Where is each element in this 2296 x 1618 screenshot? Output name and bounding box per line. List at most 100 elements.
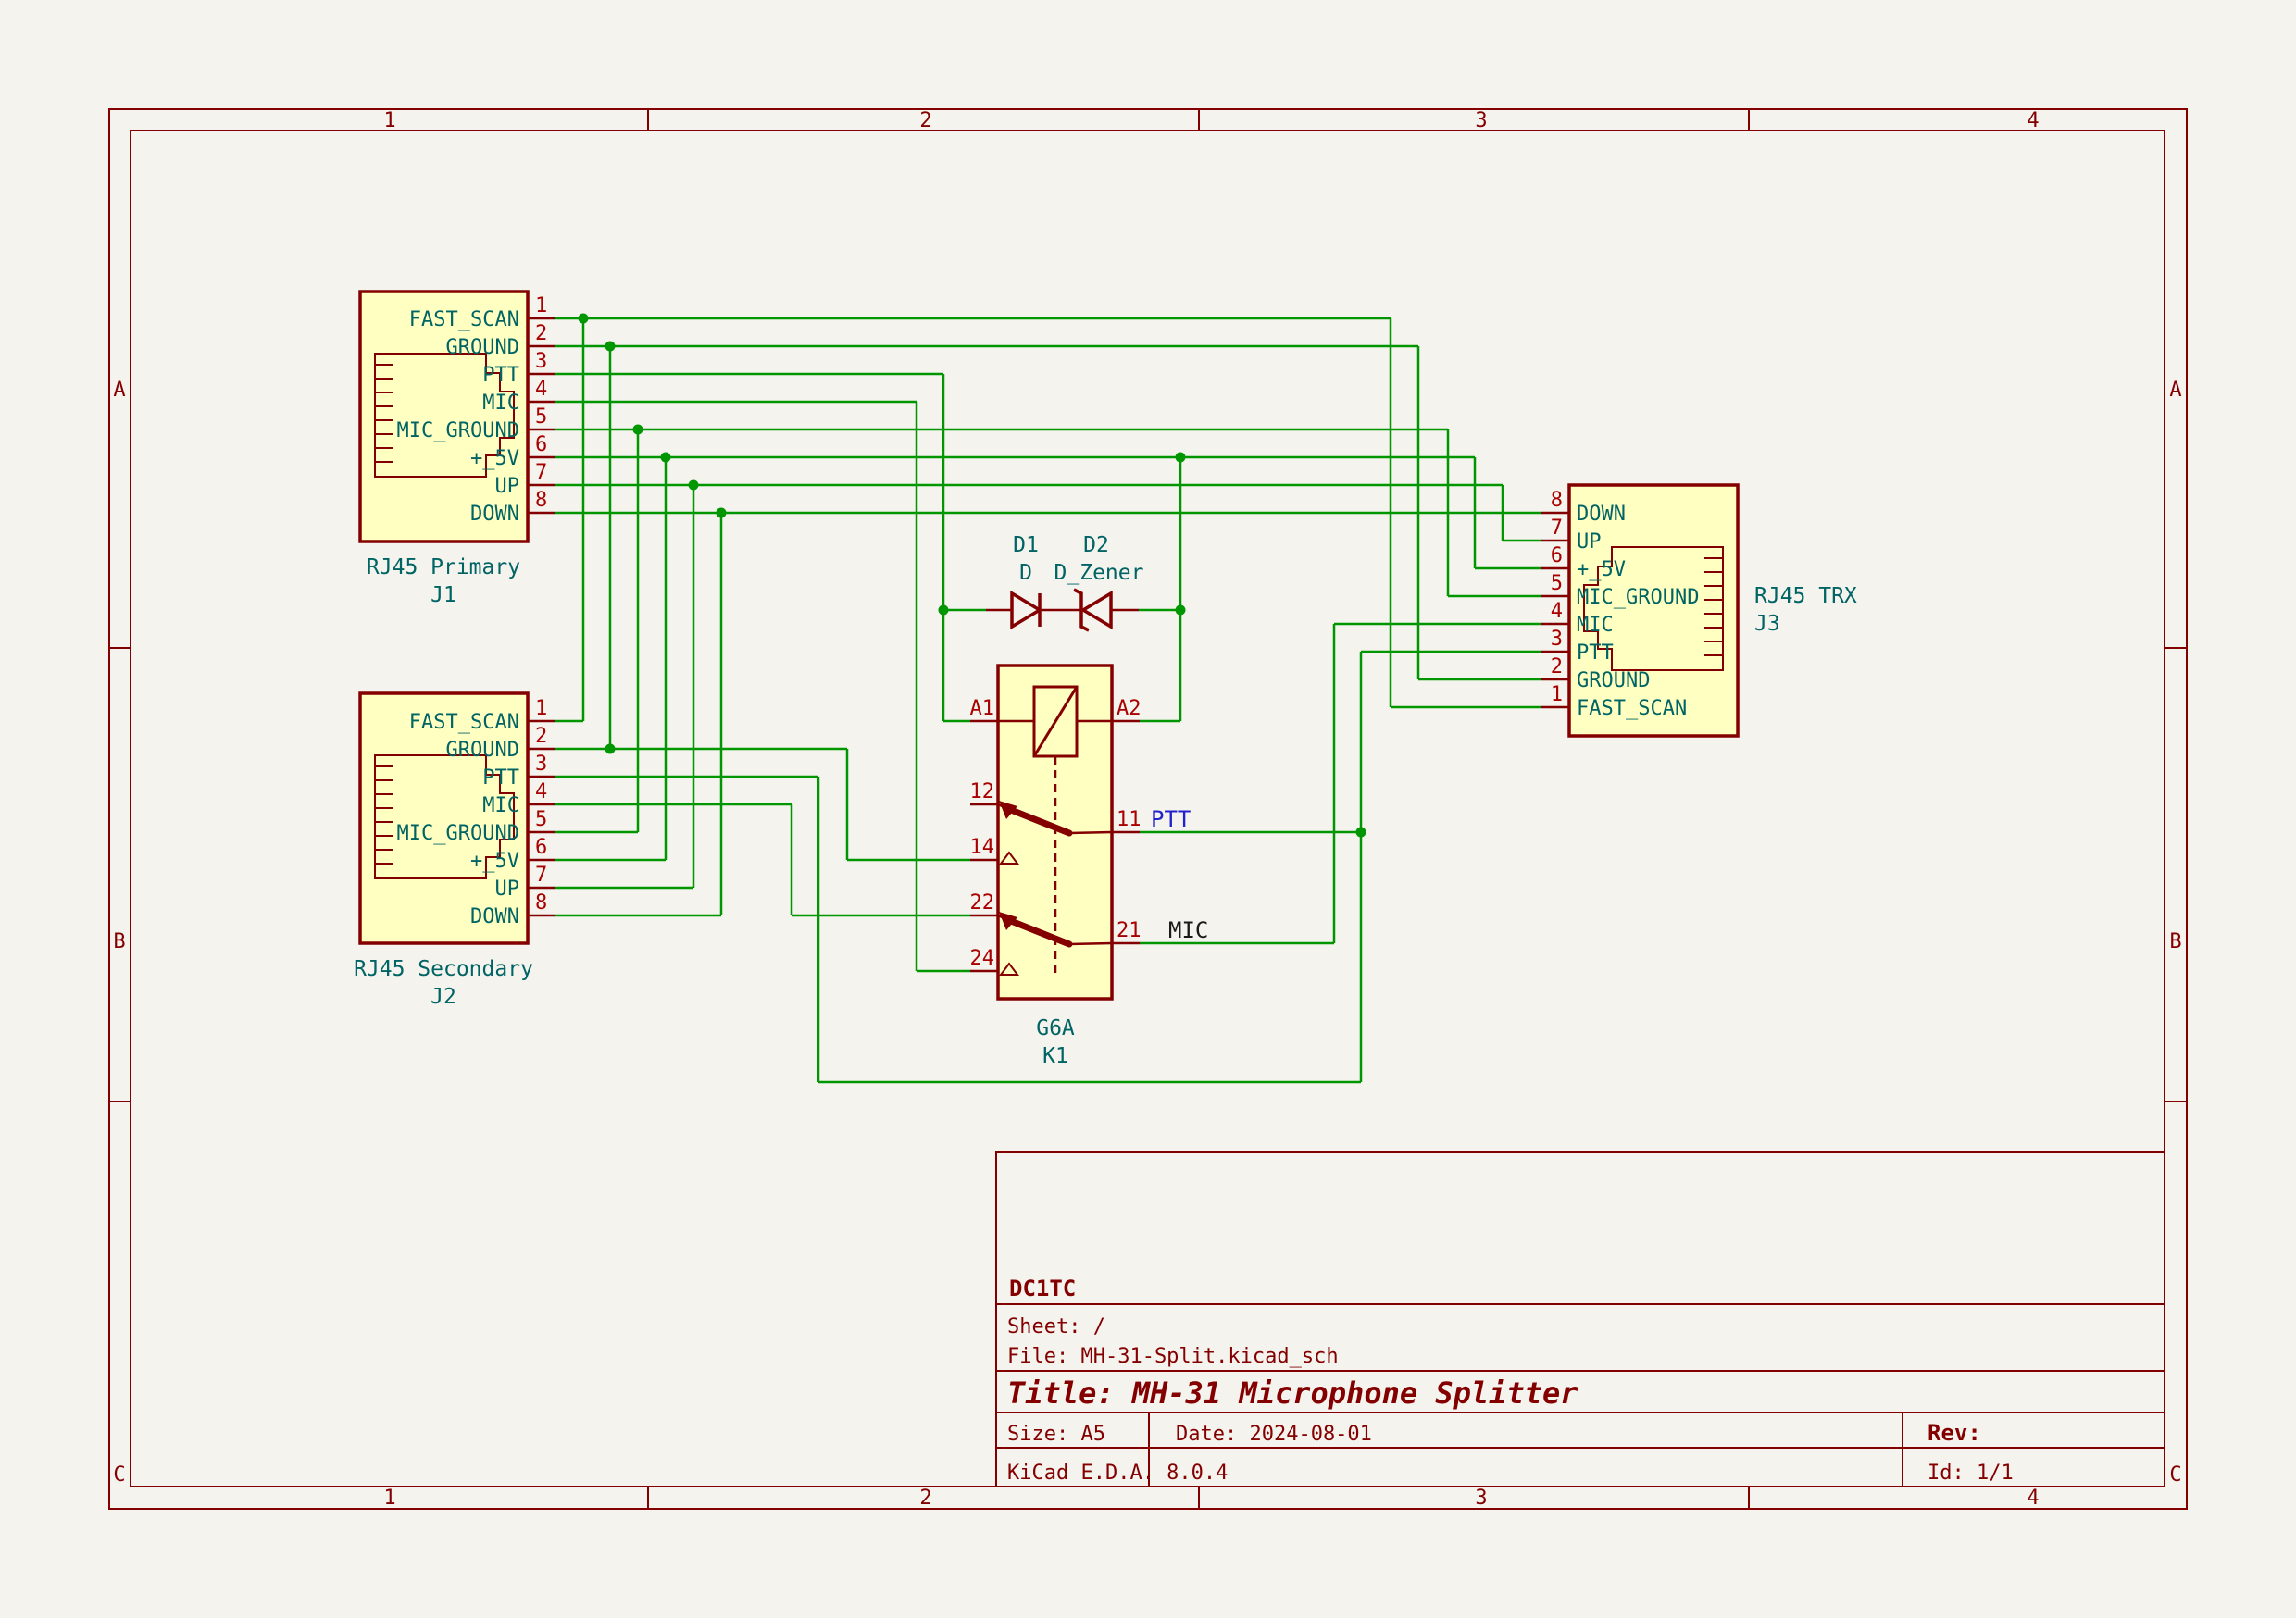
j1-value[interactable]: RJ45 Primary bbox=[367, 555, 520, 579]
pin-name: MIC bbox=[482, 392, 519, 415]
title-block-title: Title: MH-31 Microphone Splitter bbox=[1007, 1375, 1578, 1411]
pin-name: GROUND bbox=[446, 739, 519, 762]
d2-reference[interactable]: D2 bbox=[1083, 533, 1109, 557]
junction-dot[interactable] bbox=[717, 508, 727, 518]
pin-number: 2 bbox=[535, 725, 547, 748]
title-block-date: Date: 2024-08-01 bbox=[1176, 1423, 1372, 1446]
zone-row-label: A bbox=[2169, 379, 2181, 402]
j2-reference[interactable]: J2 bbox=[430, 985, 456, 1009]
pin-name: MIC_GROUND bbox=[397, 822, 519, 845]
pin-number: 3 bbox=[535, 350, 547, 373]
pin-number: 2 bbox=[1551, 655, 1563, 678]
junction-dot[interactable] bbox=[1176, 453, 1186, 463]
pin-name: +_5V bbox=[470, 447, 519, 470]
pin-name: DOWN bbox=[470, 905, 519, 928]
pin-number: 22 bbox=[970, 891, 995, 915]
junction-dots[interactable] bbox=[579, 314, 1366, 838]
pin-number: 4 bbox=[1551, 600, 1563, 623]
title-block-file: File: MH-31-Split.kicad_sch bbox=[1007, 1345, 1339, 1368]
pin-name: MIC bbox=[1577, 614, 1614, 637]
d1-triangle bbox=[1012, 593, 1040, 627]
symbol-k1-relay-g6a[interactable]: A1 A2 12 11 14 22 21 24 G6A K1 bbox=[970, 666, 1142, 1068]
pin-name: DOWN bbox=[470, 503, 519, 526]
pin-name: GROUND bbox=[1577, 669, 1650, 692]
zone-col-label: 4 bbox=[2027, 1487, 2039, 1510]
k1-reference[interactable]: K1 bbox=[1042, 1044, 1068, 1068]
title-block: DC1TC Sheet: / File: MH-31-Split.kicad_s… bbox=[996, 1152, 2165, 1487]
pin-number: 5 bbox=[535, 405, 547, 429]
zone-col-label: 1 bbox=[383, 1487, 395, 1510]
zone-col-label: 1 bbox=[383, 109, 395, 132]
pin-number: 7 bbox=[535, 461, 547, 484]
symbol-j1-rj45-primary[interactable]: 1 2 3 4 5 6 7 8 FAST_SCAN GROUND PTT MIC… bbox=[360, 292, 555, 607]
pin-name: FAST_SCAN bbox=[409, 711, 519, 734]
pin-number: 24 bbox=[970, 947, 995, 970]
pin-number: 11 bbox=[1117, 808, 1142, 831]
pin-number: A1 bbox=[970, 697, 995, 720]
junction-dot[interactable] bbox=[1356, 828, 1366, 838]
kicad-schematic-canvas[interactable]: 1 2 3 4 1 2 3 4 A B C A B C DC1TC Sheet:… bbox=[0, 0, 2296, 1618]
pin-name: FAST_SCAN bbox=[409, 308, 519, 331]
pin-number: 7 bbox=[535, 864, 547, 887]
pin-number: 12 bbox=[970, 780, 995, 803]
pin-name: +_5V bbox=[1577, 558, 1626, 581]
pin-name: PTT bbox=[1577, 641, 1614, 665]
pin-number: 8 bbox=[1551, 489, 1563, 512]
title-block-sheet: Sheet: / bbox=[1007, 1315, 1105, 1338]
pin-name: MIC_GROUND bbox=[1577, 586, 1699, 609]
symbol-j3-rj45-trx[interactable]: 8 7 6 5 4 3 2 1 DOWN UP +_5V MIC_GROUND … bbox=[1541, 485, 1857, 736]
pin-name: GROUND bbox=[446, 336, 519, 359]
d2-value[interactable]: D_Zener bbox=[1054, 561, 1144, 585]
pin-name: FAST_SCAN bbox=[1577, 697, 1687, 720]
pin-number: 1 bbox=[1551, 683, 1563, 706]
pin-number: 2 bbox=[535, 322, 547, 345]
title-block-rev: Rev: bbox=[1928, 1420, 1981, 1446]
pin-number: 4 bbox=[535, 378, 547, 401]
j3-value[interactable]: RJ45 TRX bbox=[1754, 584, 1857, 608]
junction-dot[interactable] bbox=[605, 744, 616, 754]
pin-number: 6 bbox=[535, 433, 547, 456]
junction-dot[interactable] bbox=[661, 453, 671, 463]
symbol-j2-rj45-secondary[interactable]: 1 2 3 4 5 6 7 8 FAST_SCAN GROUND PTT MIC… bbox=[354, 693, 555, 1009]
pin-number: 8 bbox=[535, 891, 547, 915]
junction-dot[interactable] bbox=[605, 342, 616, 352]
zone-col-label: 3 bbox=[1475, 109, 1487, 132]
pin-number: 3 bbox=[1551, 628, 1563, 651]
pin-number: 6 bbox=[1551, 544, 1563, 567]
title-block-company: DC1TC bbox=[1009, 1276, 1076, 1301]
net-label-mic[interactable]: MIC bbox=[1168, 917, 1208, 943]
title-block-outline bbox=[996, 1152, 2165, 1487]
pin-number: 6 bbox=[535, 836, 547, 859]
pin-number: 5 bbox=[535, 808, 547, 831]
pin-number: 3 bbox=[535, 753, 547, 776]
pin-name: MIC bbox=[482, 794, 519, 817]
junction-dot[interactable] bbox=[1176, 605, 1186, 616]
zone-row-label: C bbox=[113, 1463, 125, 1487]
zone-col-label: 2 bbox=[919, 109, 931, 132]
pin-name: DOWN bbox=[1577, 503, 1626, 526]
pin-number: 4 bbox=[535, 780, 547, 803]
title-block-id: Id: 1/1 bbox=[1928, 1462, 2014, 1485]
j2-value[interactable]: RJ45 Secondary bbox=[354, 957, 533, 981]
symbol-d2-zener[interactable]: D2 D_Zener bbox=[1054, 533, 1144, 630]
pin-number: 1 bbox=[535, 294, 547, 317]
pin-number: 1 bbox=[535, 697, 547, 720]
junction-dot[interactable] bbox=[939, 605, 949, 616]
d1-value[interactable]: D bbox=[1019, 561, 1032, 585]
pin-name: +_5V bbox=[470, 850, 519, 873]
pin-number: 8 bbox=[535, 489, 547, 512]
title-block-size: Size: A5 bbox=[1007, 1423, 1105, 1446]
j3-reference[interactable]: J3 bbox=[1754, 612, 1780, 636]
d2-triangle bbox=[1083, 593, 1111, 627]
net-label-ptt[interactable]: PTT bbox=[1151, 806, 1191, 832]
j1-reference[interactable]: J1 bbox=[430, 583, 456, 607]
zone-row-label: B bbox=[2169, 930, 2181, 953]
junction-dot[interactable] bbox=[689, 480, 699, 491]
k1-value[interactable]: G6A bbox=[1036, 1016, 1075, 1040]
junction-dot[interactable] bbox=[633, 425, 643, 435]
junction-dot[interactable] bbox=[579, 314, 589, 324]
pin-name: UP bbox=[495, 475, 520, 498]
pin-name: PTT bbox=[482, 364, 519, 387]
pin-number: A2 bbox=[1117, 697, 1142, 720]
d1-reference[interactable]: D1 bbox=[1013, 533, 1039, 557]
